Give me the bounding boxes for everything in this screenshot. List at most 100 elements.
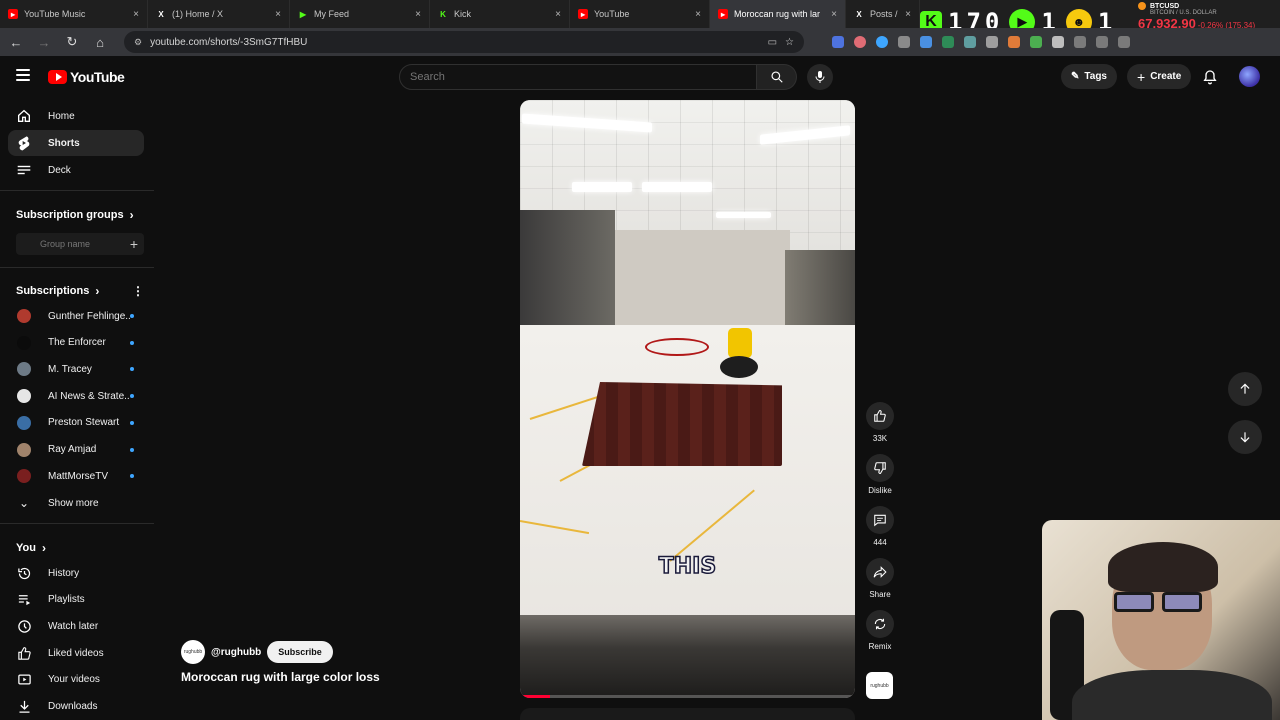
previous-short-button[interactable] bbox=[1228, 372, 1262, 406]
channel-handle[interactable]: @rughubb bbox=[211, 647, 261, 658]
sidebar-item-home[interactable]: Home bbox=[8, 103, 144, 129]
site-info-icon[interactable]: ⚙ bbox=[134, 37, 142, 48]
my-feed-icon: ▶ bbox=[299, 9, 307, 19]
home-browser-icon[interactable]: ⌂ bbox=[92, 35, 108, 50]
history-browser-icon[interactable] bbox=[1074, 36, 1086, 48]
tags-label: Tags bbox=[1084, 71, 1107, 82]
extension-icon[interactable] bbox=[986, 36, 998, 48]
back-icon[interactable]: ← bbox=[8, 35, 24, 50]
forward-icon[interactable]: → bbox=[36, 35, 52, 50]
extension-icon[interactable] bbox=[832, 36, 844, 48]
short-title[interactable]: Moroccan rug with large color loss bbox=[181, 670, 380, 684]
extension-icon[interactable] bbox=[876, 36, 888, 48]
sidebar-label: History bbox=[48, 567, 80, 579]
like-button[interactable] bbox=[866, 402, 894, 430]
subscription-item[interactable]: Gunther Fehlinge... bbox=[8, 303, 144, 329]
youtube-logo[interactable]: YouTube bbox=[48, 69, 125, 85]
extension-icon[interactable] bbox=[1030, 36, 1042, 48]
webcam-overlay bbox=[1042, 520, 1280, 720]
cast-icon[interactable]: ▭ bbox=[768, 37, 777, 48]
section-title: You bbox=[16, 542, 36, 554]
extension-icon[interactable] bbox=[1008, 36, 1020, 48]
close-tab-icon[interactable]: × bbox=[275, 9, 281, 20]
close-tab-icon[interactable]: × bbox=[905, 9, 911, 20]
sidebar-item-liked-videos[interactable]: Liked videos bbox=[8, 640, 144, 666]
playlists-icon bbox=[16, 592, 32, 608]
subscription-groups-heading[interactable]: Subscription groups › bbox=[16, 208, 134, 222]
puzzle-icon[interactable] bbox=[1052, 36, 1064, 48]
browser-tab[interactable]: K Kick × bbox=[430, 0, 570, 28]
sidebar-item-shorts[interactable]: Shorts bbox=[8, 130, 144, 156]
remix-button[interactable] bbox=[866, 610, 894, 638]
sidebar-item-playlists[interactable]: Playlists bbox=[8, 587, 144, 613]
sidebar-item-your-videos[interactable]: Your videos bbox=[8, 667, 144, 693]
add-group-icon[interactable]: + bbox=[130, 236, 138, 252]
next-short-button[interactable] bbox=[1228, 420, 1262, 454]
menu-icon[interactable] bbox=[16, 69, 30, 81]
voice-search-button[interactable] bbox=[807, 64, 833, 90]
you-heading[interactable]: You › bbox=[16, 541, 46, 555]
sidebar-item-history[interactable]: History bbox=[8, 560, 144, 586]
short-video-player[interactable]: THIS bbox=[520, 100, 855, 698]
notifications-button[interactable] bbox=[1202, 69, 1218, 90]
sidebar-item-downloads[interactable]: Downloads bbox=[8, 694, 144, 720]
browser-tab[interactable]: ▸ Moroccan rug with lar × bbox=[710, 0, 846, 28]
browser-tab[interactable]: ▸ YouTube × bbox=[570, 0, 710, 28]
channel-avatar bbox=[16, 361, 32, 377]
create-button[interactable]: + Create bbox=[1127, 64, 1192, 89]
bookmark-star-icon[interactable]: ☆ bbox=[785, 37, 794, 48]
comments-button[interactable] bbox=[866, 506, 894, 534]
subscribe-button[interactable]: Subscribe bbox=[267, 641, 333, 663]
subscription-item[interactable]: The Enforcer bbox=[8, 330, 144, 356]
extension-icon[interactable] bbox=[942, 36, 954, 48]
more-vert-icon[interactable]: ⋮ bbox=[132, 284, 144, 298]
browser-tab[interactable]: X (1) Home / X × bbox=[148, 0, 290, 28]
history-icon bbox=[16, 565, 32, 581]
close-tab-icon[interactable]: × bbox=[555, 9, 561, 20]
sidebar-item-deck[interactable]: Deck bbox=[8, 157, 144, 183]
video-progress-bar[interactable] bbox=[520, 695, 855, 698]
close-tab-icon[interactable]: × bbox=[133, 9, 139, 20]
extension-icon[interactable] bbox=[1096, 36, 1108, 48]
sidebar-item-watch-later[interactable]: Watch later bbox=[8, 613, 144, 639]
browser-tab[interactable]: ▸ YouTube Music × bbox=[0, 0, 148, 28]
subscription-item[interactable]: MattMorseTV bbox=[8, 463, 144, 489]
url-field[interactable]: ⚙ youtube.com/shorts/-3SmG7TfHBU ▭ ☆ bbox=[124, 31, 804, 53]
extension-icon[interactable] bbox=[898, 36, 910, 48]
channel-avatar[interactable]: rughubb bbox=[181, 640, 205, 664]
account-avatar[interactable] bbox=[1239, 66, 1260, 87]
search-button[interactable] bbox=[757, 64, 797, 90]
share-button[interactable] bbox=[866, 558, 894, 586]
subscription-item[interactable]: M. Tracey bbox=[8, 356, 144, 382]
subscription-item[interactable]: AI News & Strate... bbox=[8, 383, 144, 409]
search-input[interactable] bbox=[399, 64, 757, 90]
tags-button[interactable]: ✎ Tags bbox=[1061, 64, 1117, 89]
show-more-button[interactable]: ⌄ Show more bbox=[8, 490, 144, 516]
close-tab-icon[interactable]: × bbox=[415, 9, 421, 20]
comment-count: 444 bbox=[873, 538, 887, 547]
browser-tab[interactable]: X Posts / X × bbox=[846, 0, 920, 28]
section-title: Subscriptions bbox=[16, 285, 90, 297]
browser-tab[interactable]: ▶ My Feed × bbox=[290, 0, 430, 28]
subscription-item[interactable]: Ray Amjad bbox=[8, 437, 144, 463]
tags-icon: ✎ bbox=[1071, 71, 1080, 82]
extension-icon[interactable] bbox=[1118, 36, 1130, 48]
divider bbox=[0, 190, 154, 191]
shorts-icon bbox=[16, 135, 32, 151]
dislike-button[interactable] bbox=[866, 454, 894, 482]
close-tab-icon[interactable]: × bbox=[695, 9, 701, 20]
comments-action: 444 bbox=[865, 506, 895, 547]
sound-thumbnail[interactable]: rughubb bbox=[866, 672, 893, 699]
reload-icon[interactable]: ↻ bbox=[64, 34, 80, 50]
dislike-action: Dislike bbox=[865, 454, 895, 495]
extension-icon[interactable] bbox=[964, 36, 976, 48]
new-content-dot bbox=[130, 420, 134, 425]
close-tab-icon[interactable]: × bbox=[831, 9, 837, 20]
extension-icon[interactable] bbox=[920, 36, 932, 48]
subscriptions-heading[interactable]: Subscriptions › ⋮ bbox=[16, 284, 144, 298]
extension-icon[interactable] bbox=[854, 36, 866, 48]
group-name-field[interactable]: Group name + bbox=[16, 233, 144, 255]
subscription-item[interactable]: Preston Stewart bbox=[8, 410, 144, 436]
next-short-preview[interactable] bbox=[520, 708, 855, 720]
channel-avatar bbox=[16, 468, 32, 484]
